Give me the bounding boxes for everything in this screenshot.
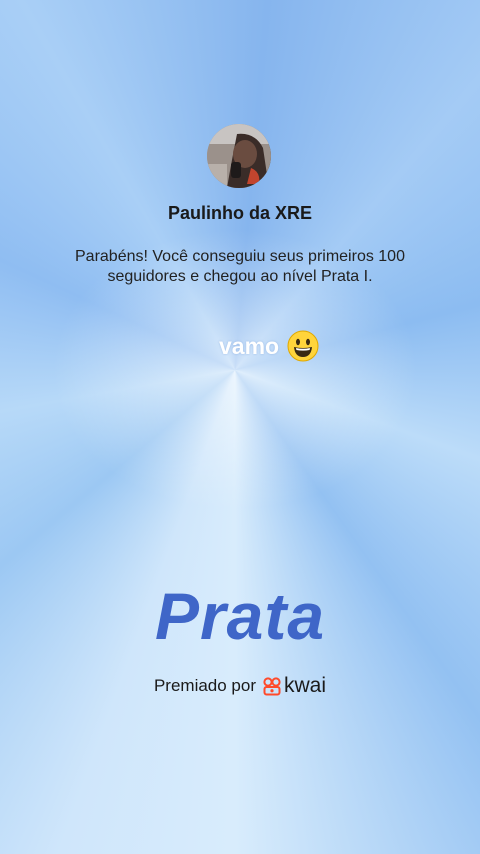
level-title: Prata: [154, 579, 326, 653]
avatar[interactable]: [207, 124, 271, 188]
kwai-logo: kwai: [262, 674, 326, 698]
profile-photo-icon: [207, 124, 271, 188]
awarded-by-label: Premiado por: [153, 676, 257, 695]
kwai-logo-icon: [263, 677, 281, 696]
awarded-by: Premiado por kwai: [0, 674, 480, 698]
achievement-message: Parabéns! Você conseguiu seus primeiros …: [75, 248, 405, 285]
user-name: Paulinho da XRE: [167, 203, 313, 223]
caption: vamo: [219, 330, 319, 362]
kwai-brand-text: kwai: [284, 674, 327, 697]
grinning-face-emoji-icon: [287, 330, 319, 362]
caption-text: vamo: [219, 332, 280, 359]
